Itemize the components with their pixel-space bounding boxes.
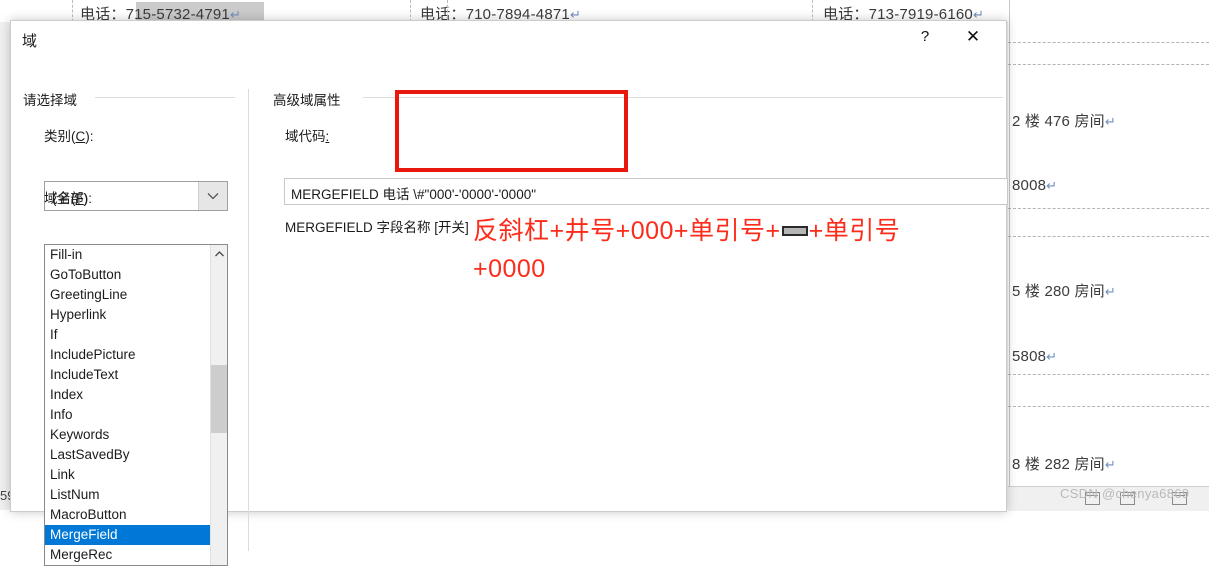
category-label: 类别(C): bbox=[44, 125, 94, 145]
list-item[interactable]: ListNum bbox=[45, 485, 227, 505]
list-item[interactable]: MergeRec bbox=[45, 545, 227, 565]
dialog-titlebar[interactable]: 域 ? ✕ bbox=[11, 21, 1006, 59]
field-name-label-prefix: 域名( bbox=[44, 191, 76, 206]
field-name-label: 域名(F): bbox=[44, 187, 92, 207]
group-divider bbox=[95, 97, 235, 98]
scrollbar-thumb[interactable] bbox=[211, 365, 227, 433]
field-name-label-accesskey: F bbox=[75, 191, 84, 206]
group-divider bbox=[363, 97, 1003, 98]
select-field-group-label: 请选择域 bbox=[23, 89, 83, 109]
chevron-down-icon[interactable] bbox=[198, 182, 227, 210]
doc-cell-border bbox=[447, 0, 449, 22]
doc-dashed-rule bbox=[1008, 64, 1209, 65]
doc-cell-border bbox=[72, 0, 74, 22]
list-item[interactable]: LastSavedBy bbox=[45, 445, 227, 465]
field-code-label-text: 域代码 bbox=[285, 129, 326, 144]
list-item[interactable]: MacroButton bbox=[45, 505, 227, 525]
list-item[interactable]: GreetingLine bbox=[45, 285, 227, 305]
pilcrow-icon: ↵ bbox=[1104, 284, 1116, 299]
dialog-title: 域 bbox=[22, 33, 38, 50]
field-code-value: MERGEFIELD 电话 \#"000'-'0000'-'0000" bbox=[291, 187, 536, 202]
doc-dashed-rule bbox=[1008, 406, 1209, 407]
csdn-watermark: CSDN @chenya6869 bbox=[1060, 486, 1190, 501]
list-item[interactable]: If bbox=[45, 325, 227, 345]
doc-right-column bbox=[1008, 0, 1209, 486]
doc-right-line-1-text: 2 楼 476 房间 bbox=[1012, 113, 1105, 130]
list-item[interactable]: Fill-in bbox=[45, 245, 227, 265]
doc-right-line-3-text: 5 楼 280 房间 bbox=[1012, 283, 1105, 300]
doc-dashed-rule bbox=[1008, 236, 1209, 237]
doc-right-line-2-text: 8008 bbox=[1012, 177, 1047, 194]
scroll-up-icon[interactable] bbox=[211, 245, 227, 262]
list-item[interactable]: IncludePicture bbox=[45, 345, 227, 365]
doc-right-line-2: 8008↵ bbox=[1012, 177, 1057, 194]
pilcrow-icon: ↵ bbox=[1046, 178, 1058, 193]
list-item[interactable]: Keywords bbox=[45, 425, 227, 445]
annotation-line1-part1: 反斜杠+井号+000+单引号+ bbox=[473, 217, 781, 245]
doc-dashed-rule bbox=[1008, 42, 1209, 43]
field-code-label-suffix: : bbox=[325, 129, 330, 144]
field-name-label-suffix: ): bbox=[83, 191, 92, 206]
doc-dashed-rule bbox=[1008, 374, 1209, 375]
listbox-scrollbar[interactable] bbox=[210, 245, 227, 565]
doc-right-line-4-text: 5808 bbox=[1012, 348, 1047, 365]
doc-dashed-rule bbox=[1008, 208, 1209, 209]
list-item[interactable]: Link bbox=[45, 465, 227, 485]
doc-right-line-3: 5 楼 280 房间↵ bbox=[1012, 280, 1116, 301]
advanced-field-props-group-label: 高级域属性 bbox=[273, 89, 347, 109]
doc-right-line-5-text: 8 楼 282 房间 bbox=[1012, 456, 1105, 473]
list-item[interactable]: IncludeText bbox=[45, 365, 227, 385]
category-label-suffix: ): bbox=[85, 129, 94, 144]
doc-right-column-border bbox=[1009, 0, 1010, 486]
category-label-prefix: 类别( bbox=[44, 129, 76, 144]
field-name-list: Fill-in GoToButton GreetingLine Hyperlink If… bbox=[45, 245, 227, 565]
list-item[interactable]: Info bbox=[45, 405, 227, 425]
doc-cell-border bbox=[812, 0, 814, 22]
pilcrow-icon: ↵ bbox=[1104, 114, 1116, 129]
field-code-hint: MERGEFIELD 字段名称 [开关] bbox=[285, 220, 469, 235]
doc-right-line-1: 2 楼 476 房间↵ bbox=[1012, 110, 1116, 131]
field-name-listbox[interactable]: Fill-in GoToButton GreetingLine Hyperlink If… bbox=[44, 244, 228, 566]
pilcrow-icon: ↵ bbox=[1046, 349, 1058, 364]
dash-key-icon bbox=[781, 226, 808, 236]
field-code-input[interactable]: MERGEFIELD 电话 \#"000'-'0000'-'0000" bbox=[284, 178, 1008, 205]
pilcrow-icon: ↵ bbox=[1104, 457, 1116, 472]
annotation-line1-part2: +单引号 bbox=[808, 217, 901, 245]
annotation-line2: +0000 bbox=[473, 255, 546, 283]
close-icon[interactable]: ✕ bbox=[950, 21, 996, 52]
list-item[interactable]: Hyperlink bbox=[45, 305, 227, 325]
field-code-label: 域代码: bbox=[285, 125, 329, 145]
help-button[interactable]: ? bbox=[902, 21, 948, 52]
doc-right-line-4: 5808↵ bbox=[1012, 348, 1057, 365]
list-item[interactable]: MergeField bbox=[45, 525, 227, 545]
list-item[interactable]: GoToButton bbox=[45, 265, 227, 285]
doc-cell-border bbox=[410, 0, 412, 22]
doc-right-line-5: 8 楼 282 房间↵ bbox=[1012, 453, 1116, 474]
list-item[interactable]: Index bbox=[45, 385, 227, 405]
panel-divider bbox=[248, 89, 249, 551]
category-label-accesskey: C bbox=[75, 129, 86, 144]
annotation-note: 反斜杠+井号+000+单引号+ +单引号 +0000 bbox=[473, 212, 973, 288]
